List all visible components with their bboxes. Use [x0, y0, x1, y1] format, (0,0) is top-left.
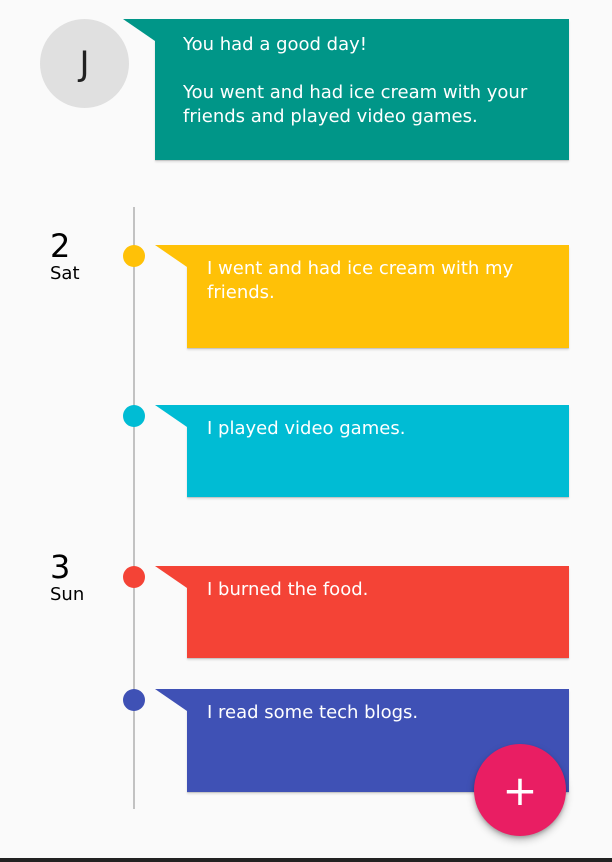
bottom-edge	[0, 858, 612, 862]
entry-card-tail	[155, 689, 187, 711]
timeline-dot	[123, 689, 145, 711]
entry-text: I read some tech blogs.	[207, 702, 419, 723]
add-entry-button[interactable]: +	[474, 744, 566, 836]
summary-text: You had a good day! You went and had ice…	[183, 34, 528, 127]
timeline-screen: J You had a good day! You went and had i…	[0, 0, 612, 862]
entry-text: I burned the food.	[207, 579, 369, 600]
timeline-dot	[123, 405, 145, 427]
entry-text: I played video games.	[207, 418, 406, 439]
entry-text: I went and had ice cream with my friends…	[207, 258, 514, 303]
entry-card-tail	[155, 566, 187, 588]
timeline-dot	[123, 566, 145, 588]
entry-card-tail	[155, 245, 187, 267]
entry-card[interactable]: I burned the food.	[155, 566, 569, 658]
summary-card-tail	[123, 19, 155, 41]
timeline-dot	[123, 245, 145, 267]
day-label: 2 Sat	[50, 229, 80, 285]
day-weekday: Sat	[50, 263, 80, 284]
day-weekday: Sun	[50, 584, 85, 605]
entry-card[interactable]: I went and had ice cream with my friends…	[155, 245, 569, 348]
entry-card[interactable]: I played video games.	[155, 405, 569, 497]
avatar[interactable]: J	[40, 19, 129, 108]
plus-icon: +	[502, 765, 538, 815]
day-number: 2	[50, 227, 71, 265]
timeline-line	[133, 207, 135, 809]
day-number: 3	[50, 548, 71, 586]
summary-card[interactable]: You had a good day! You went and had ice…	[123, 19, 569, 160]
day-label: 3 Sun	[50, 550, 84, 606]
entry-card-tail	[155, 405, 187, 427]
